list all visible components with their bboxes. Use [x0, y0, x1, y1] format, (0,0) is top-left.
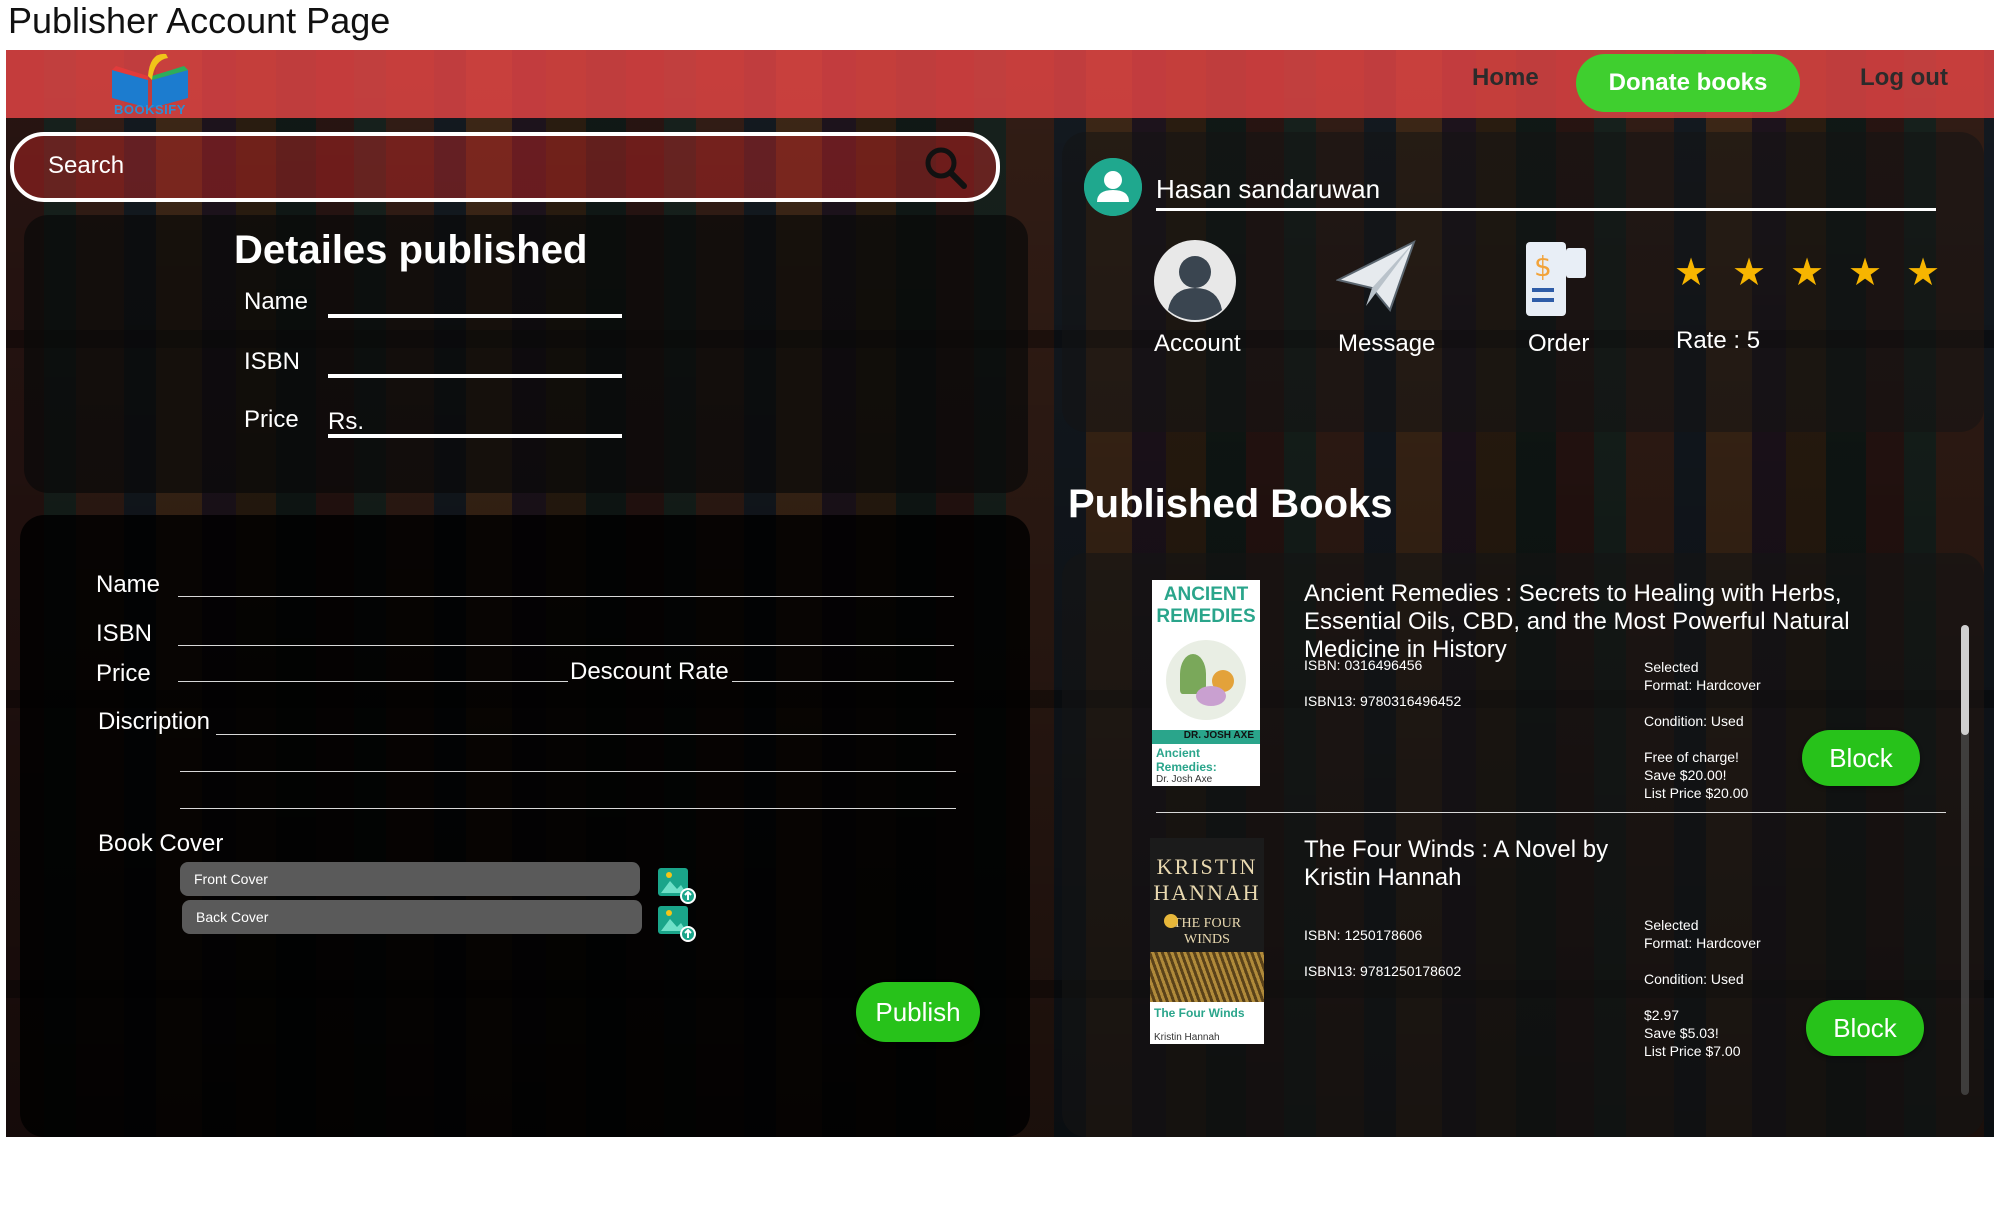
publish-button[interactable]: Publish	[856, 982, 980, 1042]
star-icon: ★	[1906, 252, 1941, 294]
rate-text: Rate : 5	[1676, 327, 1761, 354]
user-avatar-icon[interactable]	[1084, 158, 1142, 216]
details-title: Detailes published	[234, 228, 588, 272]
book-isbn: ISBN: 0316496456	[1304, 657, 1423, 673]
logo-text: BOOKSIFY	[114, 102, 186, 117]
details-price-prefix: Rs.	[328, 408, 364, 435]
form-price-label: Price	[96, 660, 151, 687]
top-nav-bar: BOOKSIFY Home Donate books Log out	[6, 50, 1994, 118]
book-condition: Condition: Used	[1644, 971, 1744, 987]
cover-title: ANCIENT REMEDIES	[1156, 584, 1256, 627]
form-price-input[interactable]	[178, 681, 568, 682]
book-selected: Selected	[1644, 659, 1699, 675]
order-label[interactable]: Order	[1528, 330, 1589, 358]
cover-author: DR. JOSH AXE	[1152, 730, 1260, 744]
front-cover-field[interactable]: Front Cover	[180, 862, 640, 896]
order-receipt-icon[interactable]: $	[1524, 240, 1600, 320]
star-icon: ★	[1674, 252, 1709, 294]
star-icon: ★	[1790, 252, 1825, 294]
book-list-price: List Price $20.00	[1644, 785, 1749, 801]
book-selected: Selected	[1644, 917, 1699, 933]
books-scrollbar[interactable]	[1961, 625, 1969, 1095]
block-book-button[interactable]: Block	[1806, 1000, 1924, 1056]
search-bar[interactable]: Search	[10, 132, 1000, 202]
cover-author-small: Kristin Hannah	[1154, 1032, 1220, 1043]
cover-author-small: Dr. Josh Axe	[1156, 774, 1213, 785]
back-cover-field[interactable]: Back Cover	[182, 900, 642, 934]
cover-author: KRISTIN HANNAH	[1153, 854, 1261, 905]
publish-form-panel	[20, 515, 1030, 1137]
search-icon[interactable]	[922, 144, 968, 190]
published-books-title: Published Books	[1068, 482, 1393, 526]
scrollbar-thumb[interactable]	[1961, 625, 1969, 735]
form-name-input[interactable]	[178, 596, 954, 597]
book-savings: Save $20.00!	[1644, 767, 1727, 783]
cover-illustration	[1166, 640, 1246, 720]
form-name-label: Name	[96, 571, 161, 598]
cover-subtitle: Ancient Remedies:	[1156, 746, 1217, 774]
book-isbn: ISBN: 1250178606	[1304, 927, 1423, 943]
book-isbn13: ISBN13: 9780316496452	[1304, 693, 1462, 709]
form-description-label: Discription	[98, 708, 211, 735]
user-name: Hasan sandaruwan	[1156, 174, 1381, 204]
donate-books-button[interactable]: Donate books	[1576, 54, 1800, 112]
account-label[interactable]: Account	[1154, 330, 1241, 358]
book-format: Format: Hardcover	[1644, 935, 1761, 951]
form-description-line-3[interactable]	[180, 808, 956, 809]
book-cover-image[interactable]: KRISTIN HANNAH THE FOUR WINDS The Four W…	[1150, 838, 1264, 1044]
upload-back-image-icon[interactable]	[656, 902, 696, 942]
book-isbn13: ISBN13: 9781250178602	[1304, 963, 1462, 979]
star-icon: ★	[1848, 252, 1883, 294]
account-icon[interactable]	[1154, 240, 1236, 322]
book-divider	[1156, 812, 1946, 813]
book-format: Format: Hardcover	[1644, 677, 1761, 693]
upload-front-image-icon[interactable]	[656, 864, 696, 904]
details-price-label: Price	[244, 406, 299, 433]
nav-home-link[interactable]: Home	[1472, 64, 1539, 92]
book-title: The Four Winds : A Novel by Kristin Hann…	[1304, 836, 1609, 891]
book-list-price: List Price $7.00	[1644, 1043, 1741, 1059]
form-isbn-label: ISBN	[96, 620, 153, 647]
user-name-underline	[1156, 208, 1936, 211]
book-price: Free of charge!	[1644, 749, 1739, 765]
message-icon[interactable]	[1336, 240, 1416, 314]
app-window: BOOKSIFY Home Donate books Log out Searc…	[6, 50, 1994, 1137]
details-isbn-label: ISBN	[244, 348, 301, 375]
message-label[interactable]: Message	[1338, 330, 1435, 358]
svg-text:$: $	[1534, 250, 1552, 283]
book-price: $2.97	[1644, 1007, 1680, 1023]
form-isbn-input[interactable]	[178, 645, 954, 646]
cover-sun	[1164, 914, 1178, 928]
cover-wheat	[1150, 952, 1264, 1002]
details-name-field[interactable]	[328, 314, 622, 318]
star-icon: ★	[1732, 252, 1767, 294]
book-condition: Condition: Used	[1644, 713, 1744, 729]
book-savings: Save $5.03!	[1644, 1025, 1719, 1041]
details-name-label: Name	[244, 288, 309, 315]
form-discount-label: Descount Rate	[570, 658, 729, 685]
cover-subtitle: The Four Winds	[1154, 1006, 1245, 1020]
book-cover-label: Book Cover	[98, 830, 224, 857]
book-cover-image[interactable]: ANCIENT REMEDIES DR. JOSH AXE Ancient Re…	[1152, 580, 1260, 786]
details-price-field[interactable]	[328, 434, 622, 438]
form-description-line-2[interactable]	[180, 771, 956, 772]
form-description-line-1[interactable]	[216, 734, 956, 735]
form-discount-input[interactable]	[732, 681, 954, 682]
details-isbn-field[interactable]	[328, 374, 622, 378]
block-book-button[interactable]: Block	[1802, 730, 1920, 786]
logout-link[interactable]: Log out	[1860, 64, 1948, 92]
book-title: Ancient Remedies : Secrets to Healing wi…	[1304, 580, 1850, 663]
page-title: Publisher Account Page	[8, 0, 391, 41]
search-input[interactable]: Search	[48, 152, 124, 180]
